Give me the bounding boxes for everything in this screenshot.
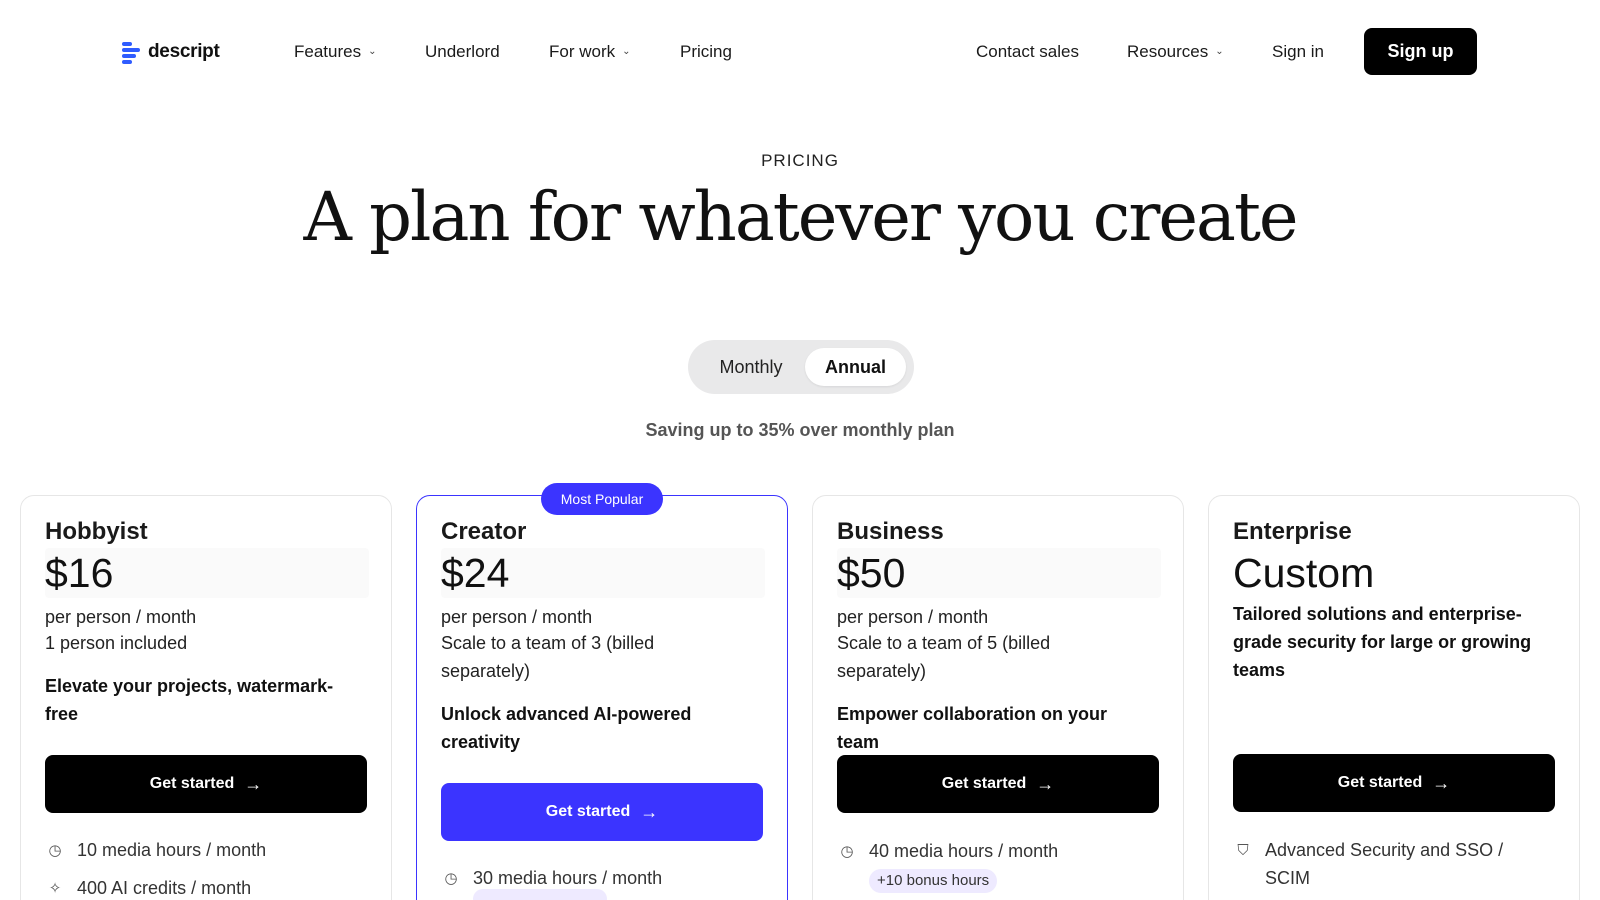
nav-resources-label: Resources [1127,42,1209,61]
feature-item: ◷ 10 media hours / month [45,836,365,865]
bonus-pill [473,889,607,900]
page-title: A plan for whatever you create [303,178,1298,256]
arrow-right-icon: → [1432,772,1451,793]
plan-name: Hobbyist [45,518,148,545]
team-size-note: 1 person included [45,633,188,653]
feature-text: 10 media hours / month [77,840,267,860]
nav-pricing-label: Pricing [680,42,732,61]
nav-sign-in[interactable]: Sign in [1272,42,1324,62]
bonus-hours-badge: +10 bonus hours [869,869,998,893]
get-started-button[interactable]: Get started → [45,755,367,813]
billing-monthly-option[interactable]: Monthly [696,348,806,386]
descript-logo-icon [122,40,142,64]
nav-underlord-label: Underlord [425,42,500,61]
nav-features[interactable]: Features ⌄ [294,42,376,62]
get-started-button[interactable]: Get started → [441,783,763,841]
clock-icon: ◷ [48,842,62,859]
feature-text: 40 media hours / month [869,841,1059,861]
nav-resources[interactable]: Resources ⌄ [1127,42,1224,62]
price-unit: per person / month [441,607,593,627]
get-started-label: Get started [149,775,235,792]
arrow-right-icon: → [640,801,659,822]
logo-text: descript [148,41,220,62]
billing-annual-option[interactable]: Annual [805,348,906,386]
feature-text: Advanced Security and SSO / SCIM [1265,840,1504,888]
plan-card-creator: Most Popular Creator $24 per person / mo… [416,483,788,900]
get-started-button[interactable]: Get started → [1233,754,1555,812]
plan-price: Custom [1233,550,1375,596]
get-started-label: Get started [1337,774,1423,791]
team-size-note: Scale to a team of 3 (billed separately) [441,633,655,681]
shield-icon: ⛉ [1237,842,1249,859]
nav-features-label: Features [294,42,362,61]
team-size-note: Scale to a team of 5 (billed separately) [837,633,1051,681]
chevron-down-icon: ⌄ [1215,45,1224,57]
most-popular-badge: Most Popular [541,483,663,515]
feature-item: ✧ 400 AI credits / month [45,874,365,900]
plan-card-enterprise: Enterprise Custom Tailored solutions and… [1208,495,1580,900]
saving-note: Saving up to 35% over monthly plan [645,420,955,440]
sign-up-button[interactable]: Sign up [1364,28,1477,75]
price-unit: per person / month [837,607,989,627]
pricing-eyebrow: PRICING [761,151,839,170]
chevron-down-icon: ⌄ [622,45,631,57]
top-nav: descript Features ⌄ Underlord For work ⌄… [0,0,1600,104]
sparkle-icon: ✧ [48,880,62,897]
feature-item: ⛉ Advanced Security and SSO / SCIM [1233,836,1533,892]
nav-contact-sales[interactable]: Contact sales [976,42,1079,62]
plan-card-business: Business $50 per person / month Scale to… [812,495,1184,900]
nav-underlord[interactable]: Underlord [425,42,500,62]
arrow-right-icon: → [1036,773,1055,794]
nav-for-work[interactable]: For work ⌄ [549,42,631,62]
descript-logo[interactable]: descript [122,40,220,64]
clock-icon: ◷ [444,870,458,887]
plan-name: Business [837,518,944,545]
plan-name: Creator [441,518,527,545]
plan-tagline: Unlock advanced AI-powered creativity [441,704,692,752]
get-started-label: Get started [545,803,631,820]
plan-price: $24 [441,550,510,596]
plan-tagline: Elevate your projects, watermark-free [45,676,334,724]
clock-icon: ◷ [840,843,854,860]
feature-item: ◷ 40 media hours / month +10 bonus hours [837,837,1157,893]
price-unit: per person / month [45,607,197,627]
plan-name: Enterprise [1233,518,1352,545]
billing-toggle: Monthly Annual [688,340,914,394]
nav-pricing[interactable]: Pricing [680,42,732,62]
nav-contact-sales-label: Contact sales [976,42,1079,61]
plan-price: $16 [45,550,114,596]
nav-for-work-label: For work [549,42,616,61]
arrow-right-icon: → [244,773,263,794]
plan-tagline: Empower collaboration on your team [837,704,1108,752]
chevron-down-icon: ⌄ [368,45,377,57]
get-started-button[interactable]: Get started → [837,755,1159,813]
nav-sign-in-label: Sign in [1272,42,1324,61]
plan-price: $50 [837,550,906,596]
get-started-label: Get started [941,775,1027,792]
plan-tagline: Tailored solutions and enterprise-grade … [1233,604,1532,680]
plan-card-hobbyist: Hobbyist $16 per person / month 1 person… [20,495,392,900]
feature-body: 40 media hours / month +10 bonus hours [869,837,1058,893]
feature-text: 400 AI credits / month [77,878,252,898]
